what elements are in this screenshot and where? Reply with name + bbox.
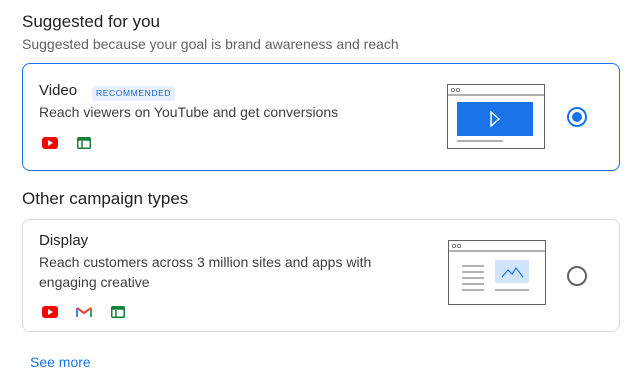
gmail-icon (76, 304, 92, 320)
display-desc-line-2: engaging creative (39, 274, 150, 290)
youtube-icon (42, 304, 58, 320)
display-card-icons (42, 304, 126, 320)
other-campaign-heading: Other campaign types (22, 189, 189, 208)
google-display-icon (76, 135, 92, 151)
display-card-description: Reach customers across 3 million sites a… (39, 252, 371, 292)
video-card-title: Video (39, 82, 78, 99)
see-more-link[interactable]: See more (30, 354, 91, 370)
video-card-description: Reach viewers on YouTube and get convers… (39, 104, 339, 120)
youtube-icon (42, 135, 58, 151)
video-card-icons (42, 135, 92, 151)
display-card-title: Display (39, 232, 89, 249)
video-radio-button[interactable] (567, 107, 587, 127)
display-radio-button[interactable] (567, 266, 587, 286)
display-campaign-card[interactable]: Display Reach customers across 3 million… (22, 219, 620, 332)
suggested-subtitle: Suggested because your goal is brand awa… (22, 36, 399, 52)
display-illustration (448, 240, 548, 311)
suggested-heading: Suggested for you (22, 12, 160, 31)
video-campaign-card[interactable]: Video RECOMMENDED Reach viewers on YouTu… (22, 63, 620, 171)
display-desc-line-1: Reach customers across 3 million sites a… (39, 254, 372, 270)
google-display-icon (110, 304, 126, 320)
recommended-badge: RECOMMENDED (92, 86, 176, 101)
video-illustration (447, 84, 547, 155)
